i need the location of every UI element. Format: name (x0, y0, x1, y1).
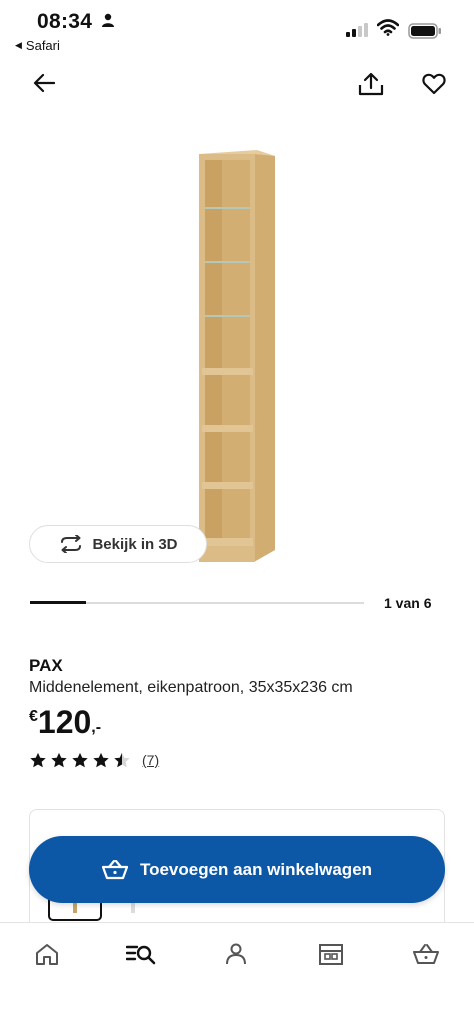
basket-icon (413, 944, 439, 964)
signal-icon (346, 23, 368, 37)
home-icon (36, 944, 58, 965)
star-icon (114, 752, 130, 768)
price-amount: 120 (37, 704, 92, 740)
tab-search[interactable] (121, 939, 161, 969)
review-count[interactable]: (7) (142, 752, 159, 768)
product-description: Middenelement, eikenpatroon, 35x35x236 c… (29, 679, 353, 696)
basket-icon (101, 859, 128, 879)
wifi-icon (377, 19, 399, 36)
view-3d-label: Bekijk in 3D (92, 535, 178, 553)
share-button[interactable] (354, 67, 388, 101)
store-icon (319, 944, 343, 965)
tab-profile[interactable] (216, 939, 256, 969)
tab-home[interactable] (27, 939, 67, 969)
gallery-progress-fill (30, 601, 86, 604)
gallery-counter: 1 van 6 (384, 595, 432, 611)
back-button[interactable] (27, 66, 61, 100)
back-app-label: Safari (25, 38, 60, 53)
star-icon (30, 752, 46, 768)
status-time: 08:34 (37, 10, 93, 33)
profile-icon (226, 943, 246, 965)
star-icon (93, 752, 109, 768)
tab-bar (0, 922, 474, 1025)
back-to-app[interactable]: ◀ Safari (15, 38, 60, 53)
battery-icon (408, 23, 441, 39)
star-icon (72, 752, 88, 768)
product-price: € 120 ,- (29, 704, 101, 740)
search-list-icon (126, 945, 156, 965)
add-to-cart-button[interactable]: Toevoegen aan winkelwagen (29, 836, 445, 903)
product-name: PAX (29, 656, 63, 675)
tab-basket[interactable] (406, 939, 446, 969)
rotate-3d-icon (61, 535, 82, 553)
price-currency: € (29, 708, 38, 725)
view-3d-button[interactable]: Bekijk in 3D (29, 525, 207, 563)
tab-store[interactable] (311, 939, 351, 969)
heart-icon (422, 73, 446, 95)
share-icon (358, 72, 384, 96)
add-to-cart-label: Toevoegen aan winkelwagen (139, 859, 373, 879)
favorite-button[interactable] (417, 67, 451, 101)
product-image[interactable] (196, 146, 278, 566)
back-triangle-icon: ◀ (15, 40, 22, 50)
product-rating[interactable]: (7) (29, 752, 159, 768)
arrow-left-icon (33, 73, 55, 93)
person-icon (102, 13, 114, 27)
price-suffix: ,- (91, 719, 102, 736)
rating-stars (29, 752, 131, 768)
star-icon (51, 752, 67, 768)
